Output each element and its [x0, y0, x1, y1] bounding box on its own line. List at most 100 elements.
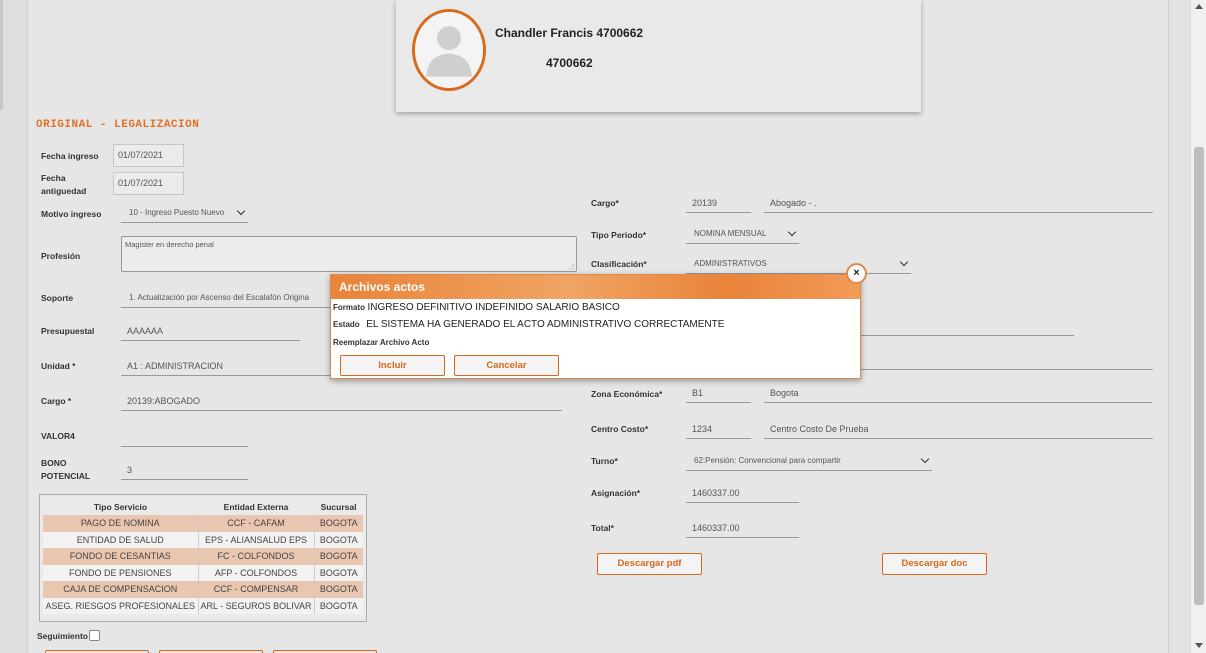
table-row[interactable]: ENTIDAD DE SALUD EPS - ALIANSALUD EPS BO… — [43, 531, 363, 548]
turno-select[interactable]: 62:Pensión: Convencional para compartir — [686, 453, 932, 471]
valor4-label: VALOR4 — [41, 431, 75, 441]
table-cell: BOGOTA — [313, 597, 363, 614]
table-cell: ARL - SEGUROS BOLIVAR — [197, 597, 315, 614]
asignacion-label: Asignación* — [591, 488, 641, 498]
table-cell: BOGOTA — [313, 564, 363, 581]
estado-value: EL SISTEMA HA GENERADO EL ACTO ADMINISTR… — [366, 319, 725, 330]
table-cell: BOGOTA — [313, 515, 363, 532]
table-header: Tipo Servicio — [93, 501, 148, 512]
fecha-antiguedad-field[interactable]: 01/07/2021 — [113, 172, 184, 195]
table-cell: FONDO DE PENSIONES — [43, 564, 198, 581]
fecha-antiguedad-label-line2: antiguedad — [41, 186, 87, 196]
formato-value: INGRESO DEFINITIVO INDEFINIDO SALARIO BA… — [367, 302, 620, 313]
motivo-ingreso-value: 10 - Ingreso Puesto Nuevo — [129, 208, 225, 217]
seguimiento-checkbox[interactable] — [89, 630, 100, 641]
tipo-periodo-label: Tipo Periodo* — [591, 230, 647, 240]
formato-label: Formato — [333, 303, 365, 312]
profesion-value: Magister en derecho penal — [125, 240, 214, 249]
formato-row: Formato INGRESO DEFINITIVO INDEFINIDO SA… — [333, 302, 620, 313]
resize-grip-icon[interactable] — [568, 263, 575, 270]
total-label: Total* — [591, 523, 614, 533]
cancelar-button[interactable]: Cancelar — [454, 355, 559, 376]
table-cell: CCF - CAFAM — [197, 515, 315, 532]
zona-code-field[interactable]: B1 — [686, 385, 751, 403]
presupuestal-field[interactable]: AAAAAA — [121, 323, 300, 341]
centro-code-field[interactable]: 1234 — [686, 421, 751, 439]
soporte-select[interactable]: 1. Actualización por Ascenso del Escalaf… — [121, 290, 333, 308]
fecha-ingreso-label: Fecha ingreso — [41, 151, 99, 161]
profile-id: 4700662 — [546, 56, 593, 70]
tipo-periodo-value: NOMINA MENSUAL — [694, 229, 767, 238]
scroll-up-icon[interactable] — [1195, 4, 1203, 9]
table-row[interactable]: ASEG. RIESGOS PROFESIONALES ARL - SEGURO… — [43, 597, 363, 614]
table-header-row: Tipo Servicio Entidad Externa Sucursal — [43, 498, 363, 515]
left-panel-edge — [0, 0, 28, 653]
chevron-down-icon — [236, 206, 246, 216]
table-cell: ENTIDAD DE SALUD — [43, 531, 198, 548]
turno-value: 62:Pensión: Convencional para compartir — [694, 456, 841, 465]
table-row[interactable]: FONDO DE PENSIONES AFP - COLFONDOS BOGOT… — [43, 564, 363, 581]
scrollbar-thumb[interactable] — [1194, 147, 1204, 605]
cargo-label: Cargo * — [41, 396, 72, 406]
zona-economica-label: Zona Económica* — [591, 389, 663, 399]
table-row[interactable]: FONDO DE CESANTIAS FC - COLFONDOS BOGOTA — [43, 548, 363, 565]
soporte-value: 1. Actualización por Ascenso del Escalaf… — [129, 293, 310, 302]
table-cell: BOGOTA — [313, 548, 363, 565]
profile-name: Chandler Francis 4700662 — [495, 26, 644, 40]
profesion-textarea[interactable]: Magister en derecho penal — [121, 236, 577, 272]
chevron-down-icon — [787, 227, 797, 237]
seguimiento-label: Seguimiento — [37, 631, 89, 641]
table-cell: AFP - COLFONDOS — [197, 564, 315, 581]
turno-label: Turno* — [591, 456, 618, 466]
incluir-button[interactable]: Incluir — [340, 355, 445, 376]
fecha-antiguedad-label-line1: Fecha — [41, 173, 66, 183]
download-doc-button[interactable]: Descargar doc — [882, 553, 987, 575]
table-row[interactable]: CAJA DE COMPENSACION CCF - COMPENSAR BOG… — [43, 581, 363, 598]
asignacion-field[interactable]: 1460337.00 — [686, 485, 799, 503]
total-field[interactable]: 1460337.00 — [686, 520, 799, 538]
download-pdf-button[interactable]: Descargar pdf — [597, 553, 702, 575]
table-cell: FC - COLFONDOS — [197, 548, 315, 565]
right-cargo-label: Cargo* — [591, 198, 619, 208]
right-cargo-code-field[interactable]: 20139 — [686, 195, 751, 213]
vertical-scrollbar[interactable] — [1190, 0, 1206, 653]
profesion-label: Profesión — [41, 251, 81, 261]
table-cell: BOGOTA — [313, 581, 363, 598]
estado-label: Estado — [333, 320, 360, 329]
motivo-ingreso-label: Motivo ingreso — [41, 209, 102, 219]
right-gutter — [1170, 0, 1190, 653]
bono-label-line2: POTENCIAL — [41, 471, 91, 481]
scroll-down-icon[interactable] — [1195, 643, 1203, 648]
tipo-periodo-select[interactable]: NOMINA MENSUAL — [686, 226, 799, 244]
centro-name-field[interactable]: Centro Costo De Prueba — [764, 421, 1153, 439]
table-cell: CAJA DE COMPENSACION — [43, 581, 198, 598]
archivos-actos-dialog: Archivos actos Formato INGRESO DEFINITIV… — [330, 274, 861, 379]
zona-name-field[interactable]: Bogota — [764, 385, 1152, 403]
reemplazar-row: Reemplazar Archivo Acto — [333, 337, 429, 347]
presupuestal-label: Presupuestal — [41, 326, 95, 336]
table-cell: PAGO DE NOMINA — [43, 515, 198, 532]
unidad-field[interactable]: A1 : ADMINISTRACION — [121, 358, 336, 376]
section-title: ORIGINAL - LEGALIZACION — [36, 119, 200, 131]
table-cell: EPS - ALIANSALUD EPS — [197, 531, 315, 548]
table-header: Sucursal — [320, 501, 357, 512]
motivo-ingreso-select[interactable]: 10 - Ingreso Puesto Nuevo — [121, 205, 248, 223]
soporte-label: Soporte — [41, 293, 74, 303]
close-icon[interactable]: × — [846, 263, 867, 284]
table-row[interactable]: PAGO DE NOMINA CCF - CAFAM BOGOTA — [43, 515, 363, 532]
dialog-title: Archivos actos — [331, 275, 860, 299]
hidden-field-a[interactable] — [860, 318, 1074, 336]
hidden-field-b[interactable] — [860, 352, 1153, 370]
cargo-field[interactable]: 20139:ABOGADO — [121, 393, 562, 411]
chevron-down-icon — [920, 454, 930, 464]
avatar — [412, 9, 486, 91]
right-cargo-name-field[interactable]: Abogado - . — [764, 195, 1153, 213]
table-cell: BOGOTA — [313, 531, 363, 548]
table-cell: CCF - COMPENSAR — [197, 581, 315, 598]
estado-row: Estado EL SISTEMA HA GENERADO EL ACTO AD… — [333, 319, 724, 330]
bono-field[interactable]: 3 — [121, 462, 248, 480]
fecha-ingreso-field[interactable]: 01/07/2021 — [113, 144, 184, 167]
table-header: Entidad Externa — [223, 501, 289, 512]
clasificacion-select[interactable]: ADMINISTRATIVOS — [686, 256, 911, 274]
valor4-field[interactable] — [121, 429, 248, 447]
